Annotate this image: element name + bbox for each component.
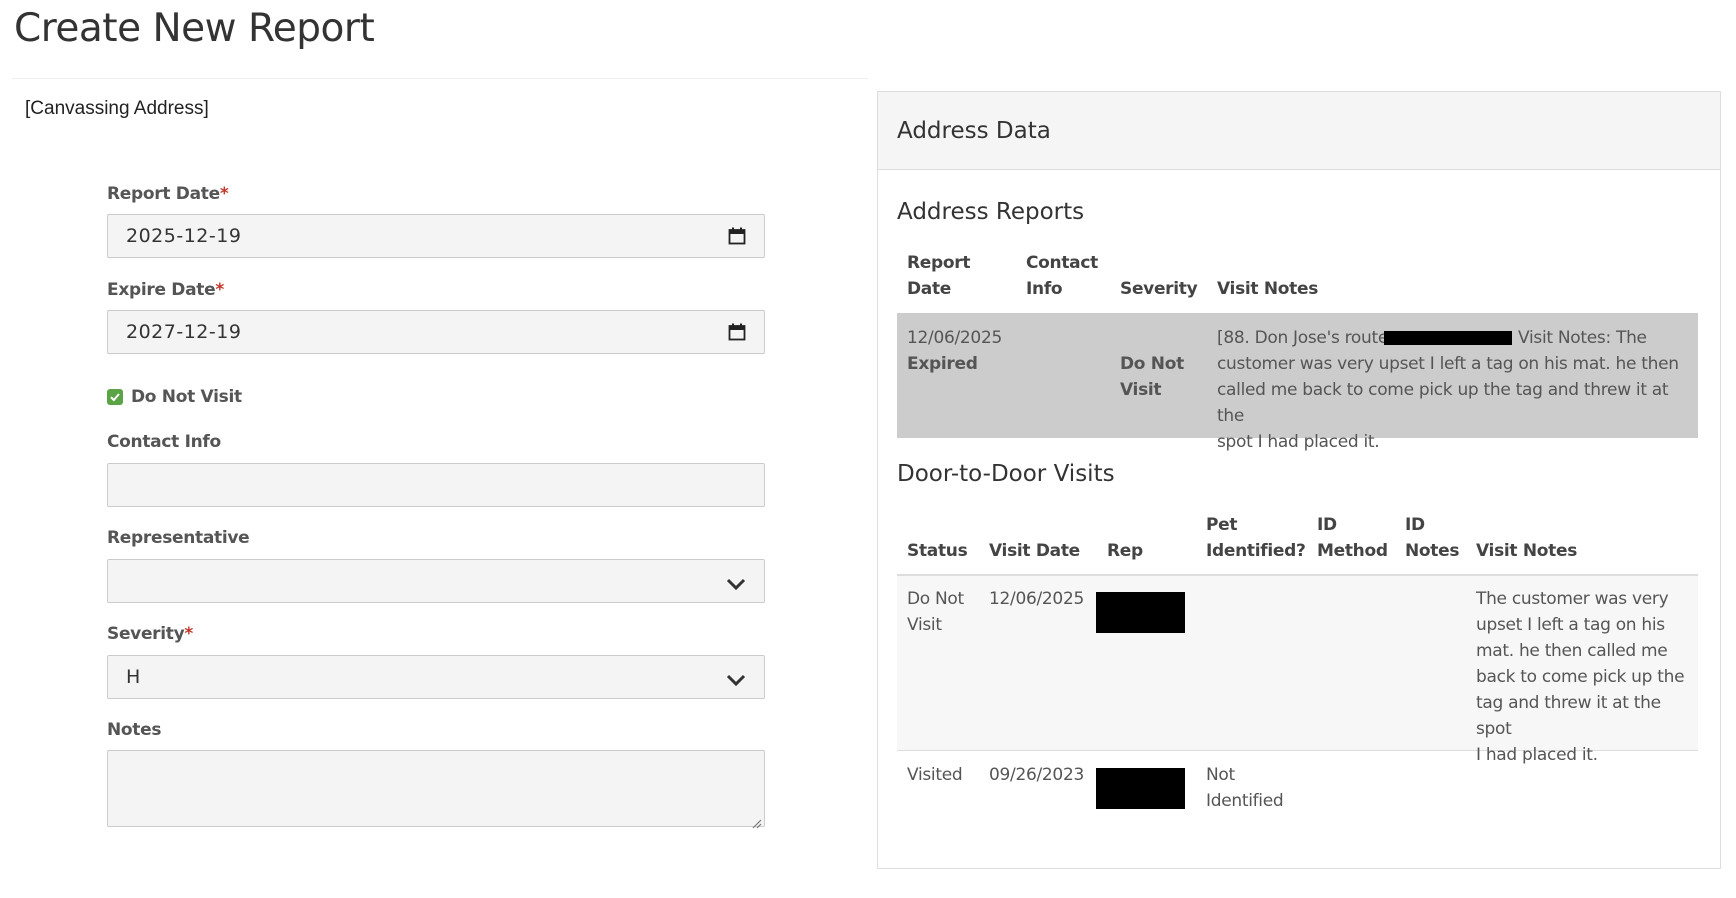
redaction-bar xyxy=(1384,331,1512,345)
resize-handle-icon[interactable] xyxy=(750,812,762,829)
visit-date-cell: 12/06/2025 xyxy=(989,589,1084,609)
report-date-value: 2025-12-19 xyxy=(126,225,242,247)
address-reports-title: Address Reports xyxy=(897,199,1085,225)
contact-info-input[interactable] xyxy=(107,463,765,507)
check-icon xyxy=(110,393,120,402)
representative-label: Representative xyxy=(107,528,250,548)
do-not-visit-label: Do Not Visit xyxy=(131,387,242,407)
visit-date-cell: 09/26/2023 xyxy=(989,765,1084,785)
severity-select[interactable]: H xyxy=(107,655,765,699)
report-date-label: Report Date* xyxy=(107,184,229,204)
door-to-door-title: Door-to-Door Visits xyxy=(897,461,1115,487)
col-visit-notes: Visit Notes xyxy=(1476,541,1578,561)
report-date-input[interactable]: 2025-12-19 xyxy=(107,214,765,258)
col-contact-info: Contact Info xyxy=(1026,253,1098,299)
col-status: Status xyxy=(907,541,968,561)
notes-textarea[interactable] xyxy=(107,750,765,829)
col-report-date: Report Date xyxy=(907,253,971,299)
col-id-method: ID Method xyxy=(1317,515,1388,561)
col-visit-date: Visit Date xyxy=(989,541,1080,561)
address-data-title: Address Data xyxy=(878,92,1720,170)
redacted-rep xyxy=(1096,768,1185,809)
do-not-visit-checkbox[interactable] xyxy=(107,389,123,405)
calendar-icon[interactable] xyxy=(728,227,746,245)
calendar-icon[interactable] xyxy=(728,323,746,341)
pet-identified-cell: Not Identified xyxy=(1206,765,1284,811)
visit-status-cell: Do Not Visit xyxy=(907,589,964,635)
col-severity: Severity xyxy=(1120,279,1198,299)
col-id-notes: ID Notes xyxy=(1405,515,1460,561)
report-date-cell: 12/06/2025 Expired xyxy=(907,325,1002,377)
report-status: Expired xyxy=(907,354,978,374)
chevron-down-icon xyxy=(726,574,746,591)
expire-date-input[interactable]: 2027-12-19 xyxy=(107,310,765,354)
expire-date-value: 2027-12-19 xyxy=(126,321,242,343)
notes-label: Notes xyxy=(107,720,162,740)
severity-value: H xyxy=(126,666,141,688)
do-not-visit-row[interactable]: Do Not Visit xyxy=(107,387,242,407)
col-rep: Rep xyxy=(1107,541,1143,561)
col-pet-identified: Pet Identified? xyxy=(1206,515,1306,561)
redacted-rep xyxy=(1096,592,1185,633)
page-title: Create New Report xyxy=(14,6,375,51)
representative-select[interactable] xyxy=(107,559,765,603)
chevron-down-icon xyxy=(726,670,746,687)
contact-info-label: Contact Info xyxy=(107,432,221,452)
title-divider xyxy=(12,78,868,79)
canvassing-address: [Canvassing Address] xyxy=(25,98,209,119)
expire-date-label: Expire Date* xyxy=(107,280,224,300)
col-visit-notes: Visit Notes xyxy=(1217,279,1319,299)
severity-label: Severity* xyxy=(107,624,193,644)
severity-cell: Do Not Visit xyxy=(1120,354,1184,400)
visit-status-cell: Visited xyxy=(907,765,963,785)
visit-notes-cell: The customer was very upset I left a tag… xyxy=(1476,589,1685,765)
address-data-panel: Address Data Address Reports Report Date… xyxy=(877,91,1721,869)
